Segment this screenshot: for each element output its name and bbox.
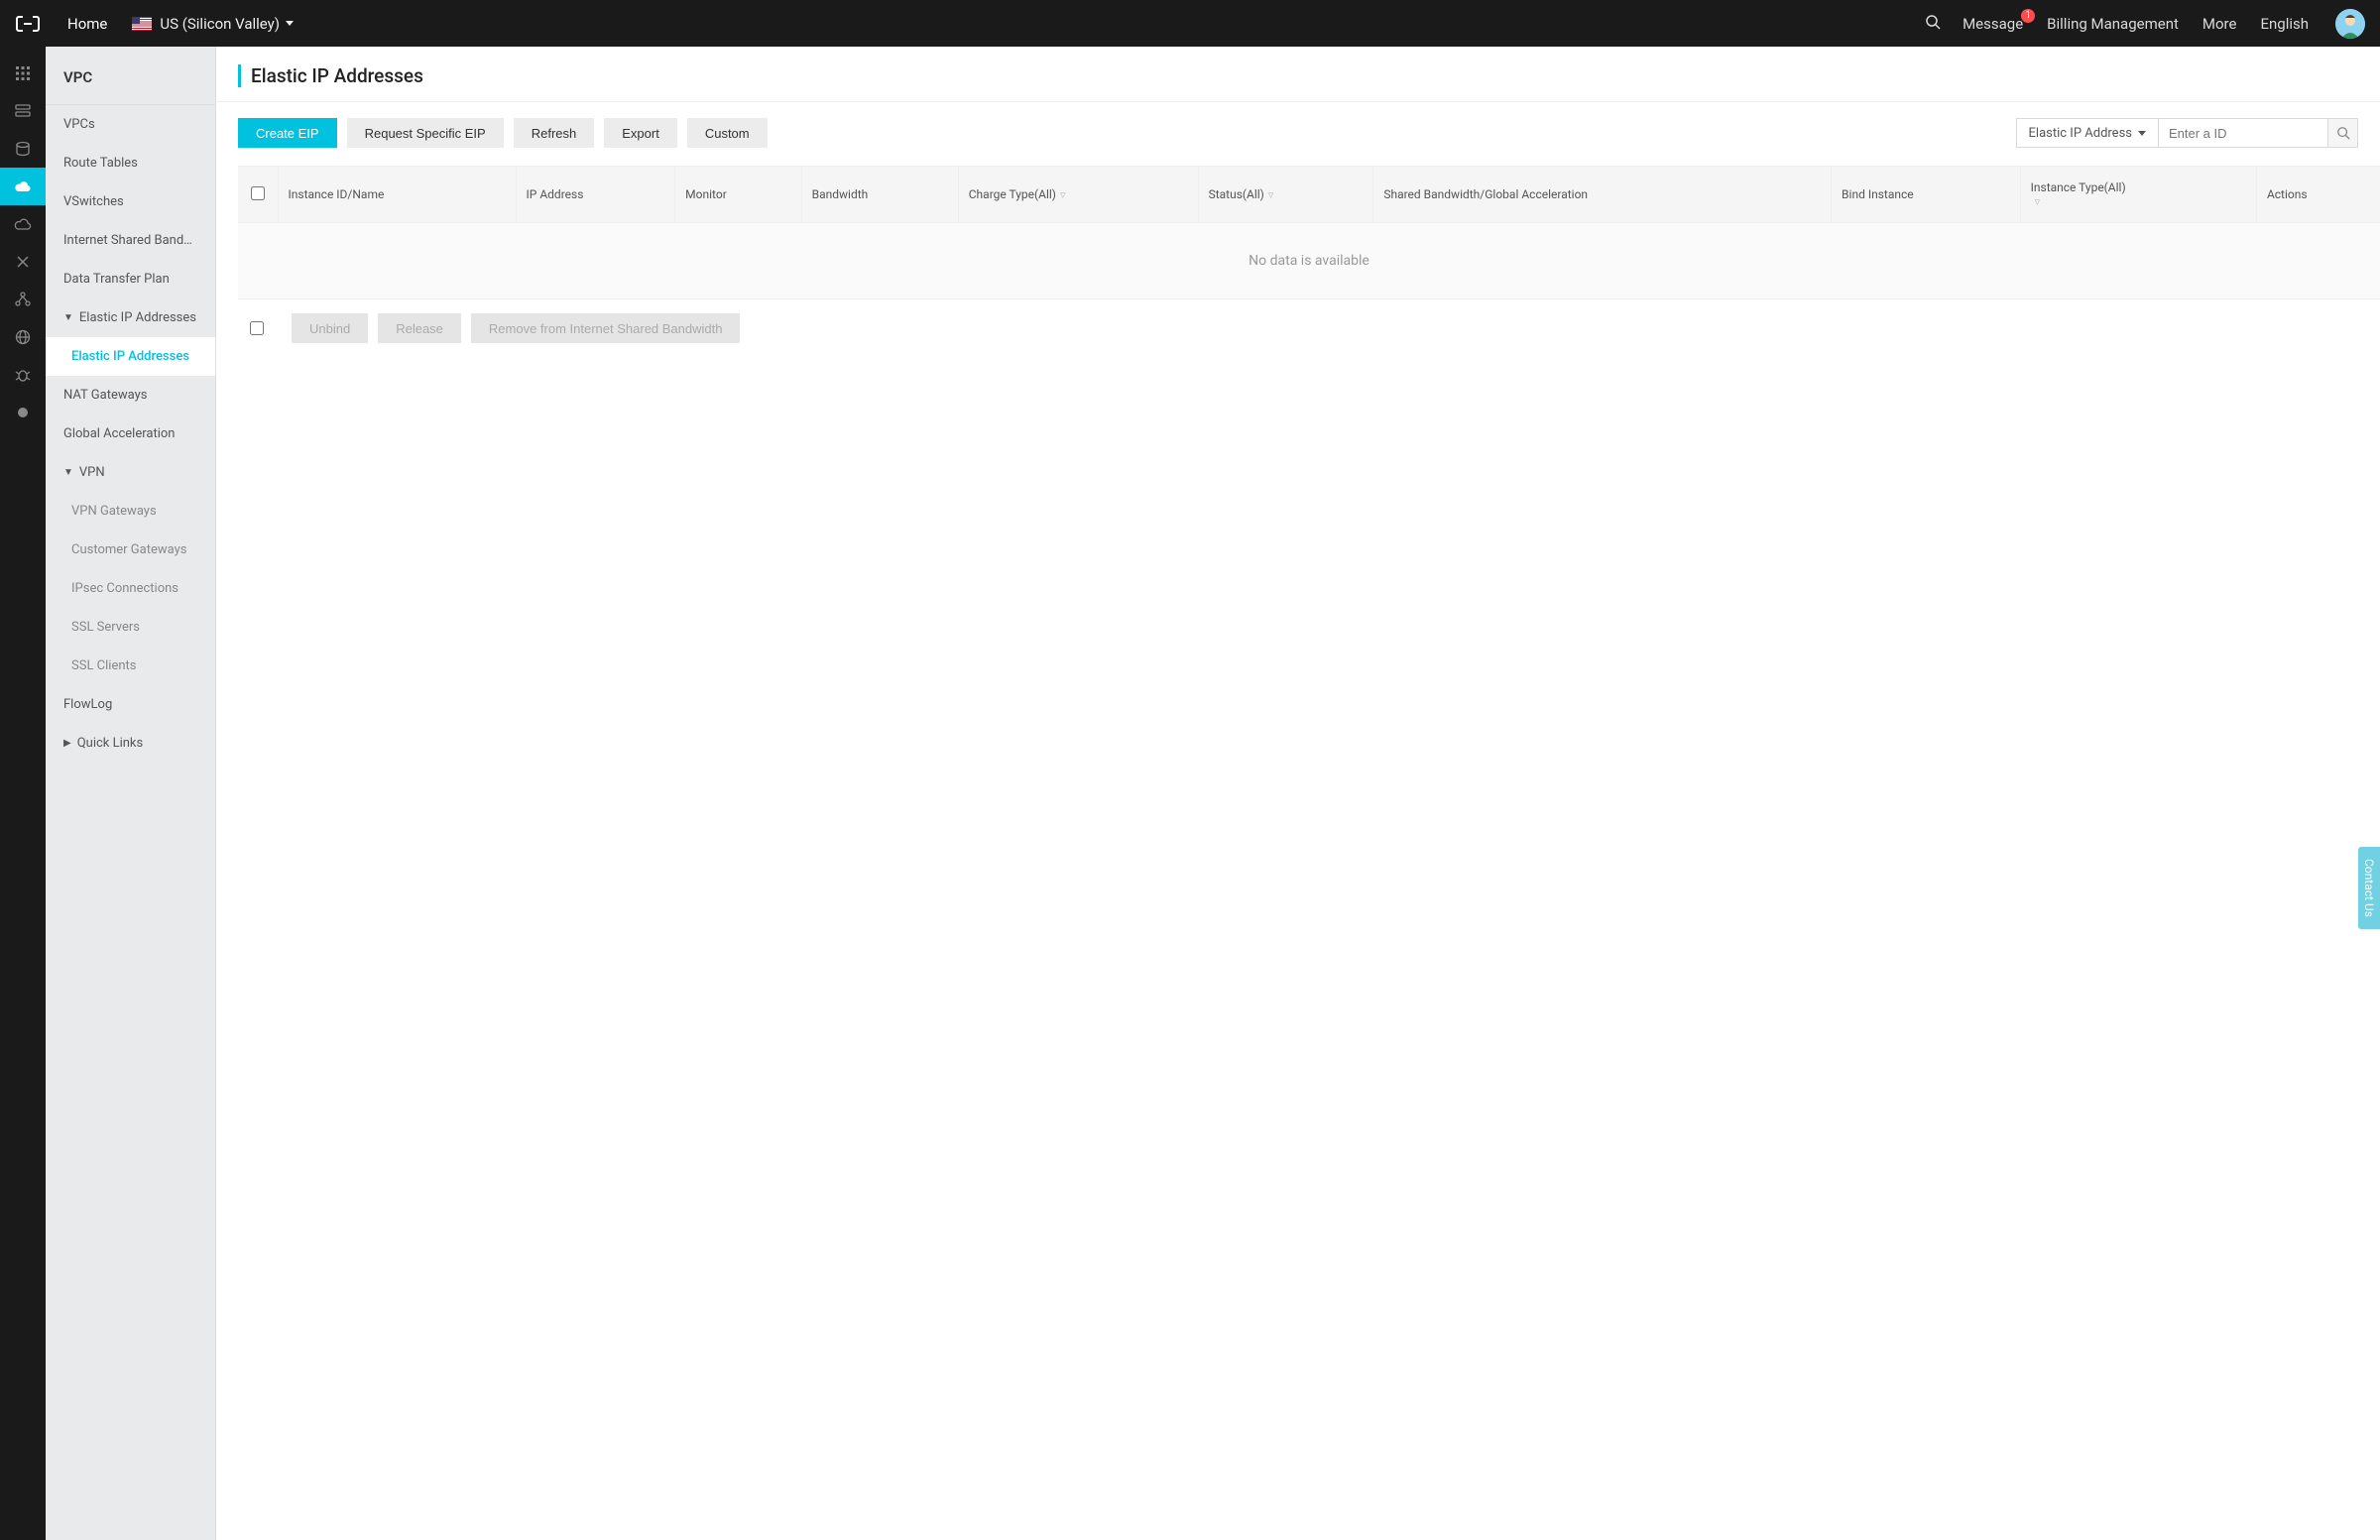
product-title: VPC bbox=[46, 47, 215, 105]
message-badge: 1 bbox=[2021, 9, 2035, 23]
region-label: US (Silicon Valley) bbox=[160, 15, 280, 33]
page-title-bar: Elastic IP Addresses bbox=[216, 47, 2380, 102]
sidebar-item-vpcs[interactable]: VPCs bbox=[46, 105, 215, 144]
bulk-select-checkbox[interactable] bbox=[250, 321, 264, 335]
rail-cloud-icon[interactable] bbox=[0, 168, 46, 205]
more-link[interactable]: More bbox=[2202, 15, 2237, 33]
sidebar: VPC VPCs Route Tables VSwitches Internet… bbox=[46, 47, 216, 1540]
col-bind: Bind Instance bbox=[1832, 167, 2021, 223]
export-button[interactable]: Export bbox=[604, 118, 677, 148]
chevron-down-icon bbox=[286, 21, 294, 26]
page-title: Elastic IP Addresses bbox=[238, 64, 2358, 87]
language-link[interactable]: English bbox=[2260, 15, 2309, 33]
sidebar-item-ssl-clients[interactable]: SSL Clients bbox=[46, 647, 215, 685]
rail-cross-icon[interactable] bbox=[0, 243, 46, 281]
main-content: Elastic IP Addresses Create EIP Request … bbox=[216, 47, 2380, 1540]
sidebar-item-route-tables[interactable]: Route Tables bbox=[46, 144, 215, 182]
rail-globe-icon[interactable] bbox=[0, 318, 46, 356]
search-button[interactable] bbox=[2327, 119, 2357, 147]
rail-server-icon[interactable] bbox=[0, 92, 46, 130]
filter-icon: ▿ bbox=[1060, 188, 1066, 201]
sidebar-section-quick-links[interactable]: ▶Quick Links bbox=[46, 724, 215, 763]
sidebar-item-ssl-servers[interactable]: SSL Servers bbox=[46, 608, 215, 647]
sidebar-item-nat[interactable]: NAT Gateways bbox=[46, 376, 215, 415]
region-selector[interactable]: US (Silicon Valley) bbox=[132, 15, 294, 33]
create-eip-button[interactable]: Create EIP bbox=[238, 118, 337, 148]
rail-apps-icon[interactable] bbox=[0, 55, 46, 92]
search-group: Elastic IP Address bbox=[2016, 118, 2358, 148]
remove-shared-button[interactable]: Remove from Internet Shared Bandwidth bbox=[471, 313, 741, 343]
rail-dot-icon[interactable] bbox=[0, 394, 46, 431]
rail-db-icon[interactable] bbox=[0, 130, 46, 168]
sidebar-item-eip[interactable]: Elastic IP Addresses bbox=[46, 337, 215, 376]
filter-icon: ▿ bbox=[2035, 195, 2041, 208]
sidebar-item-data-transfer[interactable]: Data Transfer Plan bbox=[46, 260, 215, 298]
no-data-message: No data is available bbox=[238, 223, 2380, 299]
contact-us-tab[interactable]: Contact Us bbox=[2358, 847, 2380, 929]
rail-bug-icon[interactable] bbox=[0, 356, 46, 394]
rail-cloud2-icon[interactable] bbox=[0, 205, 46, 243]
eip-table: Instance ID/Name IP Address Monitor Band… bbox=[238, 166, 2380, 223]
col-instance: Instance ID/Name bbox=[278, 167, 516, 223]
bulk-actions: Unbind Release Remove from Internet Shar… bbox=[216, 299, 2380, 357]
col-charge[interactable]: Charge Type(All)▿ bbox=[958, 167, 1198, 223]
user-avatar[interactable] bbox=[2335, 9, 2365, 39]
sidebar-item-vswitches[interactable]: VSwitches bbox=[46, 182, 215, 221]
filter-icon: ▿ bbox=[1268, 188, 1274, 201]
col-shared: Shared Bandwidth/Global Acceleration bbox=[1373, 167, 1832, 223]
col-bandwidth: Bandwidth bbox=[801, 167, 958, 223]
sidebar-item-global-accel[interactable]: Global Acceleration bbox=[46, 415, 215, 453]
request-eip-button[interactable]: Request Specific EIP bbox=[347, 118, 504, 148]
home-link[interactable]: Home bbox=[67, 15, 107, 33]
brand-logo[interactable] bbox=[15, 15, 43, 33]
unbind-button[interactable]: Unbind bbox=[292, 313, 368, 343]
billing-link[interactable]: Billing Management bbox=[2047, 15, 2179, 33]
sidebar-item-vpn-gateways[interactable]: VPN Gateways bbox=[46, 492, 215, 531]
release-button[interactable]: Release bbox=[378, 313, 461, 343]
flag-icon bbox=[132, 17, 152, 31]
search-icon[interactable] bbox=[1925, 14, 1941, 34]
custom-button[interactable]: Custom bbox=[687, 118, 768, 148]
top-header: Home US (Silicon Valley) Message 1 Billi… bbox=[0, 0, 2380, 47]
search-type-select[interactable]: Elastic IP Address bbox=[2017, 119, 2159, 147]
chevron-down-icon: ▼ bbox=[63, 467, 73, 478]
rail-network-icon[interactable] bbox=[0, 281, 46, 318]
sidebar-section-vpn[interactable]: ▼VPN bbox=[46, 453, 215, 492]
sidebar-item-ipsec[interactable]: IPsec Connections bbox=[46, 569, 215, 608]
sidebar-section-eip[interactable]: ▼Elastic IP Addresses bbox=[46, 298, 215, 337]
sidebar-item-shared-bandwidth[interactable]: Internet Shared Band… bbox=[46, 221, 215, 260]
col-actions: Actions bbox=[2256, 167, 2380, 223]
icon-rail bbox=[0, 47, 46, 1540]
chevron-down-icon: ▼ bbox=[63, 312, 73, 323]
sidebar-item-customer-gateways[interactable]: Customer Gateways bbox=[46, 531, 215, 569]
col-status[interactable]: Status(All)▿ bbox=[1198, 167, 1373, 223]
select-all-checkbox[interactable] bbox=[251, 186, 265, 200]
search-input[interactable] bbox=[2159, 119, 2327, 147]
toolbar: Create EIP Request Specific EIP Refresh … bbox=[216, 102, 2380, 166]
chevron-right-icon: ▶ bbox=[63, 738, 71, 749]
message-link[interactable]: Message 1 bbox=[1963, 15, 2023, 33]
refresh-button[interactable]: Refresh bbox=[514, 118, 595, 148]
col-instance-type[interactable]: Instance Type(All)▿ bbox=[2020, 167, 2256, 223]
chevron-down-icon bbox=[2138, 131, 2146, 136]
sidebar-item-flowlog[interactable]: FlowLog bbox=[46, 685, 215, 724]
col-monitor: Monitor bbox=[675, 167, 801, 223]
col-ip: IP Address bbox=[516, 167, 675, 223]
